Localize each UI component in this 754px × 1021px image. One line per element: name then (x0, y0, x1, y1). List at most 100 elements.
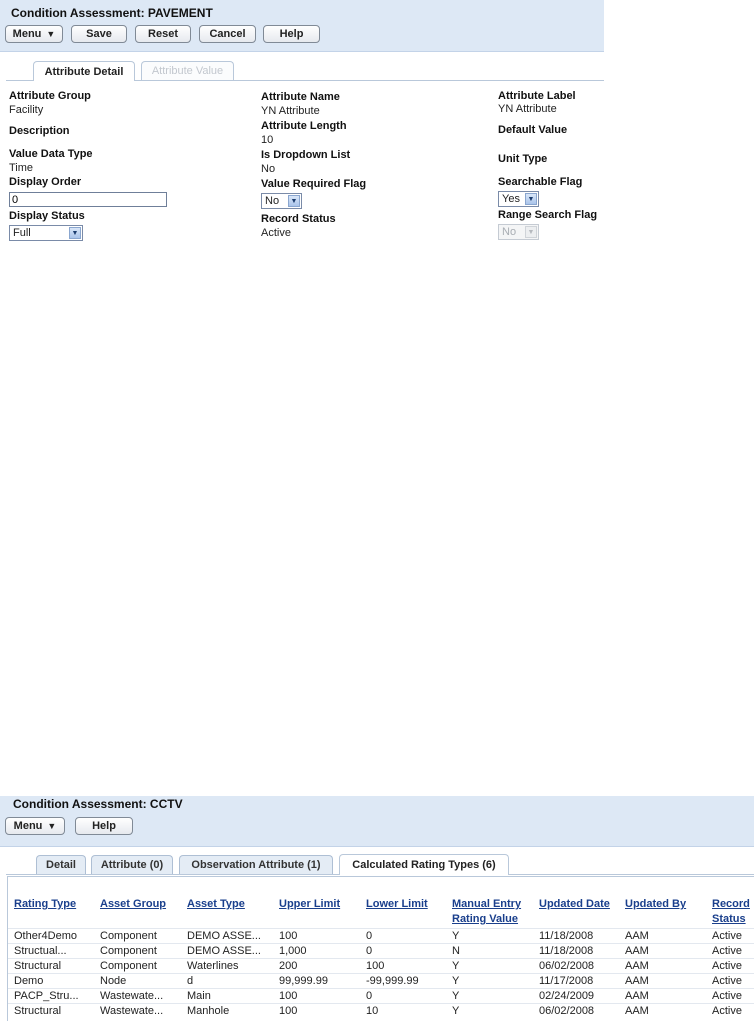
chevron-down-icon: ▼ (525, 193, 537, 205)
cell-updated-date: 11/18/2008 (539, 930, 594, 942)
record-status-value: Active (261, 227, 291, 239)
column-header-updated-by[interactable]: Updated By (625, 897, 686, 912)
searchable-flag-select[interactable]: Yes ▼ (498, 191, 539, 207)
cell-manual-entry-rating-value: Y (452, 1005, 460, 1017)
cell-rating-type: PACP_Stru... (14, 990, 79, 1002)
value-data-type-label: Value Data Type (9, 148, 93, 160)
cell-rating-type: Structural (14, 960, 62, 972)
default-value-label: Default Value (498, 124, 568, 136)
value-data-type-value: Time (9, 162, 34, 174)
cell-updated-date: 11/17/2008 (539, 975, 594, 987)
save-button[interactable]: Save (71, 25, 127, 43)
tab-attribute-detail[interactable]: Attribute Detail (33, 61, 135, 81)
cell-record-status: Active (712, 960, 742, 972)
reset-button[interactable]: Reset (135, 25, 191, 43)
cell-asset-type: DEMO ASSE... (187, 930, 261, 942)
help-button[interactable]: Help (263, 25, 320, 43)
cell-lower-limit: 0 (366, 930, 373, 942)
table-row[interactable]: Structual... Component DEMO ASSE... 1,000 0 N… (8, 943, 754, 959)
display-status-select[interactable]: Full ▼ (9, 225, 83, 241)
cell-updated-date: 06/02/2008 (539, 1005, 595, 1017)
cell-manual-entry-rating-value: Y (452, 960, 460, 972)
table-row[interactable]: Demo Node d 99,999.99 -99,999.99 Y 11/17/2008 A… (8, 973, 754, 989)
display-status-selected: Full (13, 227, 31, 239)
cancel-button[interactable]: Cancel (199, 25, 256, 43)
column-header-lower-limit[interactable]: Lower Limit (366, 897, 428, 912)
column-header-updated-date[interactable]: Updated Date (539, 897, 610, 912)
help-button[interactable]: Help (75, 817, 133, 835)
table-row[interactable]: Structural Wastewate... Manhole 100 10 Y 06/02… (8, 1003, 754, 1019)
cctv-panel: Condition Assessment: CCTV Menu ▼ Help D… (0, 796, 754, 1021)
column-header-asset-type[interactable]: Asset Type (187, 897, 245, 912)
cell-upper-limit: 200 (279, 960, 298, 972)
cell-manual-entry-rating-value: Y (452, 990, 460, 1002)
tab-attribute-value[interactable]: Attribute Value (141, 61, 234, 80)
page-title: Condition Assessment: PAVEMENT (11, 6, 213, 20)
attribute-group-label: Attribute Group (9, 90, 91, 102)
tab-detail[interactable]: Detail (36, 855, 86, 874)
chevron-down-icon: ▼ (525, 226, 537, 238)
cell-rating-type: Structual... (14, 945, 67, 957)
cell-asset-type: DEMO ASSE... (187, 945, 261, 957)
chevron-down-icon: ▼ (288, 195, 300, 207)
cell-asset-group: Component (100, 945, 157, 957)
column-header-record-status-line2: Status (712, 913, 746, 925)
cell-updated-by: AAM (625, 945, 649, 957)
cell-asset-type: Manhole (187, 1005, 230, 1017)
tab-attribute[interactable]: Attribute (0) (91, 855, 173, 874)
pavement-header: Condition Assessment: PAVEMENT Menu ▼ Sa… (0, 0, 604, 52)
attribute-name-label: Attribute Name (261, 91, 340, 103)
cell-updated-by: AAM (625, 975, 649, 987)
display-status-label: Display Status (9, 210, 85, 222)
cell-asset-group: Component (100, 930, 157, 942)
cell-asset-group: Node (100, 975, 127, 987)
column-header-upper-limit[interactable]: Upper Limit (279, 897, 340, 912)
cell-asset-type: Main (187, 990, 211, 1002)
column-header-record-status-line1: Record (712, 898, 750, 910)
menu-button[interactable]: Menu ▼ (5, 25, 63, 43)
cell-record-status: Active (712, 990, 742, 1002)
cell-updated-date: 11/18/2008 (539, 945, 594, 957)
attribute-group-value: Facility (9, 104, 44, 116)
attribute-label-label: Attribute Label (498, 90, 576, 102)
column-header-asset-group[interactable]: Asset Group (100, 897, 166, 912)
cell-lower-limit: -99,999.99 (366, 975, 419, 987)
cell-upper-limit: 99,999.99 (279, 975, 328, 987)
cell-upper-limit: 100 (279, 1005, 298, 1017)
table-row[interactable]: PACP_Stru... Wastewate... Main 100 0 Y 02/24/2… (8, 988, 754, 1004)
chevron-down-icon: ▼ (69, 227, 81, 239)
table-row[interactable]: Other4Demo Component DEMO ASSE... 100 0 Y 11/1… (8, 928, 754, 944)
value-required-flag-select[interactable]: No ▼ (261, 193, 302, 209)
cell-upper-limit: 1,000 (279, 945, 307, 957)
unit-type-label: Unit Type (498, 153, 548, 165)
cell-lower-limit: 100 (366, 960, 385, 972)
menu-dropdown-icon: ▼ (46, 29, 56, 39)
cell-record-status: Active (712, 975, 742, 987)
menu-button[interactable]: Menu ▼ (5, 817, 65, 835)
table-row[interactable]: Structural Component Waterlines 200 100 Y 06/0… (8, 958, 754, 974)
cell-manual-entry-rating-value: N (452, 945, 460, 957)
display-order-input[interactable] (9, 192, 167, 207)
attribute-label-value: YN Attribute (498, 103, 557, 115)
value-required-flag-selected: No (265, 195, 280, 207)
column-header-record-status[interactable]: Record Status (712, 897, 750, 927)
tab-calculated-rating-types[interactable]: Calculated Rating Types (6) (339, 854, 509, 875)
column-header-manual-entry[interactable]: Manual Entry Rating Value (452, 897, 521, 927)
is-dropdown-list-label: Is Dropdown List (261, 149, 351, 161)
searchable-flag-label: Searchable Flag (498, 176, 583, 188)
cell-asset-type: d (187, 975, 194, 987)
cell-updated-by: AAM (625, 990, 649, 1002)
menu-button-label: Menu (13, 820, 43, 832)
cell-lower-limit: 0 (366, 990, 373, 1002)
cell-updated-by: AAM (625, 1005, 649, 1017)
cell-updated-date: 06/02/2008 (539, 960, 595, 972)
menu-dropdown-icon: ▼ (47, 821, 57, 831)
range-search-flag-select: No ▼ (498, 224, 539, 240)
cell-asset-group: Wastewate... (100, 990, 164, 1002)
section-title: Condition Assessment: CCTV (13, 797, 183, 811)
record-status-label: Record Status (261, 213, 336, 225)
column-header-rating-type[interactable]: Rating Type (14, 897, 76, 912)
description-label: Description (9, 125, 70, 137)
tab-observation-attribute[interactable]: Observation Attribute (1) (179, 855, 333, 874)
is-dropdown-list-value: No (261, 163, 276, 175)
